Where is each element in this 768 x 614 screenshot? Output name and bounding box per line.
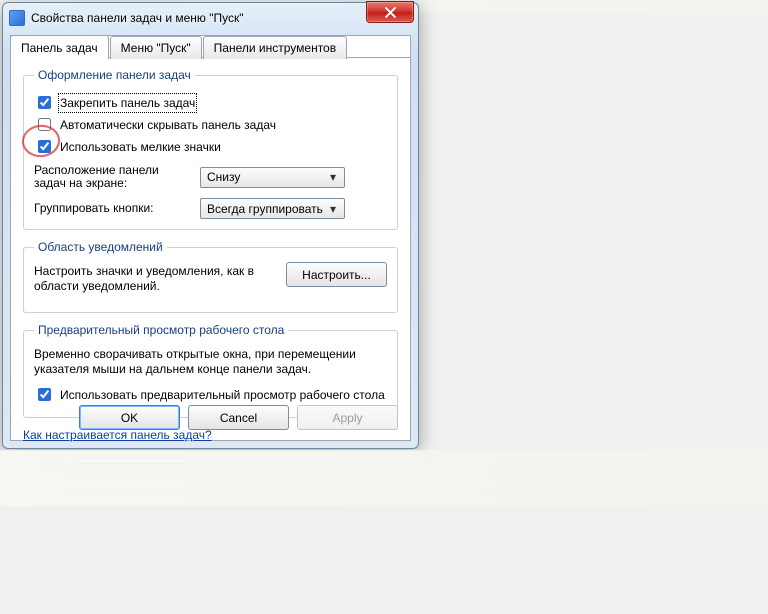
checkbox-row-lock[interactable]: Закрепить панель задач — [34, 93, 387, 112]
notification-desc: Настроить значки и уведомления, как в об… — [34, 264, 276, 294]
window-title: Свойства панели задач и меню "Пуск" — [31, 11, 244, 25]
group-notification-legend: Область уведомлений — [34, 240, 167, 254]
location-label: Расположение панели задач на экране: — [34, 164, 190, 190]
checkbox-aero-peek[interactable] — [38, 388, 51, 401]
client-area: Оформление панели задач Закрепить панель… — [10, 35, 411, 441]
checkbox-lock-taskbar-label: Закрепить панель задач — [60, 95, 195, 111]
group-desktop-preview: Предварительный просмотр рабочего стола … — [23, 323, 398, 418]
tab-taskbar[interactable]: Панель задач — [10, 35, 109, 59]
checkbox-row-autohide[interactable]: Автоматически скрывать панель задач — [34, 115, 387, 134]
customize-button[interactable]: Настроить... — [286, 262, 387, 287]
tab-taskbar-label: Панель задач — [21, 41, 98, 55]
close-icon — [385, 7, 396, 18]
checkbox-lock-taskbar[interactable] — [38, 96, 51, 109]
location-select-value: Снизу — [207, 170, 240, 184]
checkbox-autohide-label: Автоматически скрывать панель задач — [60, 117, 276, 133]
checkbox-small-icons[interactable] — [38, 140, 51, 153]
background-noise — [0, 450, 768, 464]
apply-button: Apply — [297, 405, 398, 430]
help-link-label: Как настраивается панель задач? — [23, 428, 212, 442]
group-buttons-select[interactable]: Всегда группировать ▾ — [200, 198, 345, 219]
apply-button-label: Apply — [332, 411, 362, 425]
background-noise — [0, 478, 768, 492]
properties-dialog: Свойства панели задач и меню "Пуск" Пане… — [2, 2, 419, 449]
group-buttons-select-value: Всегда группировать — [207, 202, 323, 216]
checkbox-aero-peek-label: Использовать предварительный просмотр ра… — [60, 387, 385, 403]
group-appearance: Оформление панели задач Закрепить панель… — [23, 68, 398, 230]
tabstrip: Панель задач Меню "Пуск" Панели инструме… — [10, 35, 411, 57]
customize-button-label: Настроить... — [302, 268, 371, 282]
tab-page: Оформление панели задач Закрепить панель… — [11, 57, 410, 440]
group-buttons-label: Группировать кнопки: — [34, 202, 190, 215]
window-icon — [9, 10, 25, 26]
checkbox-small-icons-label: Использовать мелкие значки — [60, 139, 221, 155]
tab-toolbars[interactable]: Панели инструментов — [203, 36, 347, 59]
tab-toolbars-label: Панели инструментов — [214, 41, 336, 55]
checkbox-row-smallicons[interactable]: Использовать мелкие значки — [34, 137, 387, 156]
tab-startmenu[interactable]: Меню "Пуск" — [110, 36, 202, 59]
desktop-preview-desc: Временно сворачивать открытые окна, при … — [34, 347, 387, 377]
group-notification-area: Область уведомлений Настроить значки и у… — [23, 240, 398, 313]
close-button[interactable] — [366, 1, 414, 23]
titlebar[interactable]: Свойства панели задач и меню "Пуск" — [3, 3, 418, 33]
dialog-button-row: OK Cancel Apply — [79, 405, 398, 430]
background-noise — [0, 492, 768, 506]
group-appearance-legend: Оформление панели задач — [34, 68, 195, 82]
ok-button[interactable]: OK — [79, 405, 180, 430]
checkbox-autohide[interactable] — [38, 118, 51, 131]
ok-button-label: OK — [121, 411, 138, 425]
chevron-down-icon: ▾ — [326, 170, 340, 184]
background-noise — [0, 464, 768, 478]
cancel-button[interactable]: Cancel — [188, 405, 289, 430]
cancel-button-label: Cancel — [220, 411, 257, 425]
tab-startmenu-label: Меню "Пуск" — [121, 41, 191, 55]
chevron-down-icon: ▾ — [326, 202, 340, 216]
group-desktop-preview-legend: Предварительный просмотр рабочего стола — [34, 323, 288, 337]
location-select[interactable]: Снизу ▾ — [200, 167, 345, 188]
help-link[interactable]: Как настраивается панель задач? — [23, 428, 212, 442]
checkbox-row-peek[interactable]: Использовать предварительный просмотр ра… — [34, 385, 387, 404]
